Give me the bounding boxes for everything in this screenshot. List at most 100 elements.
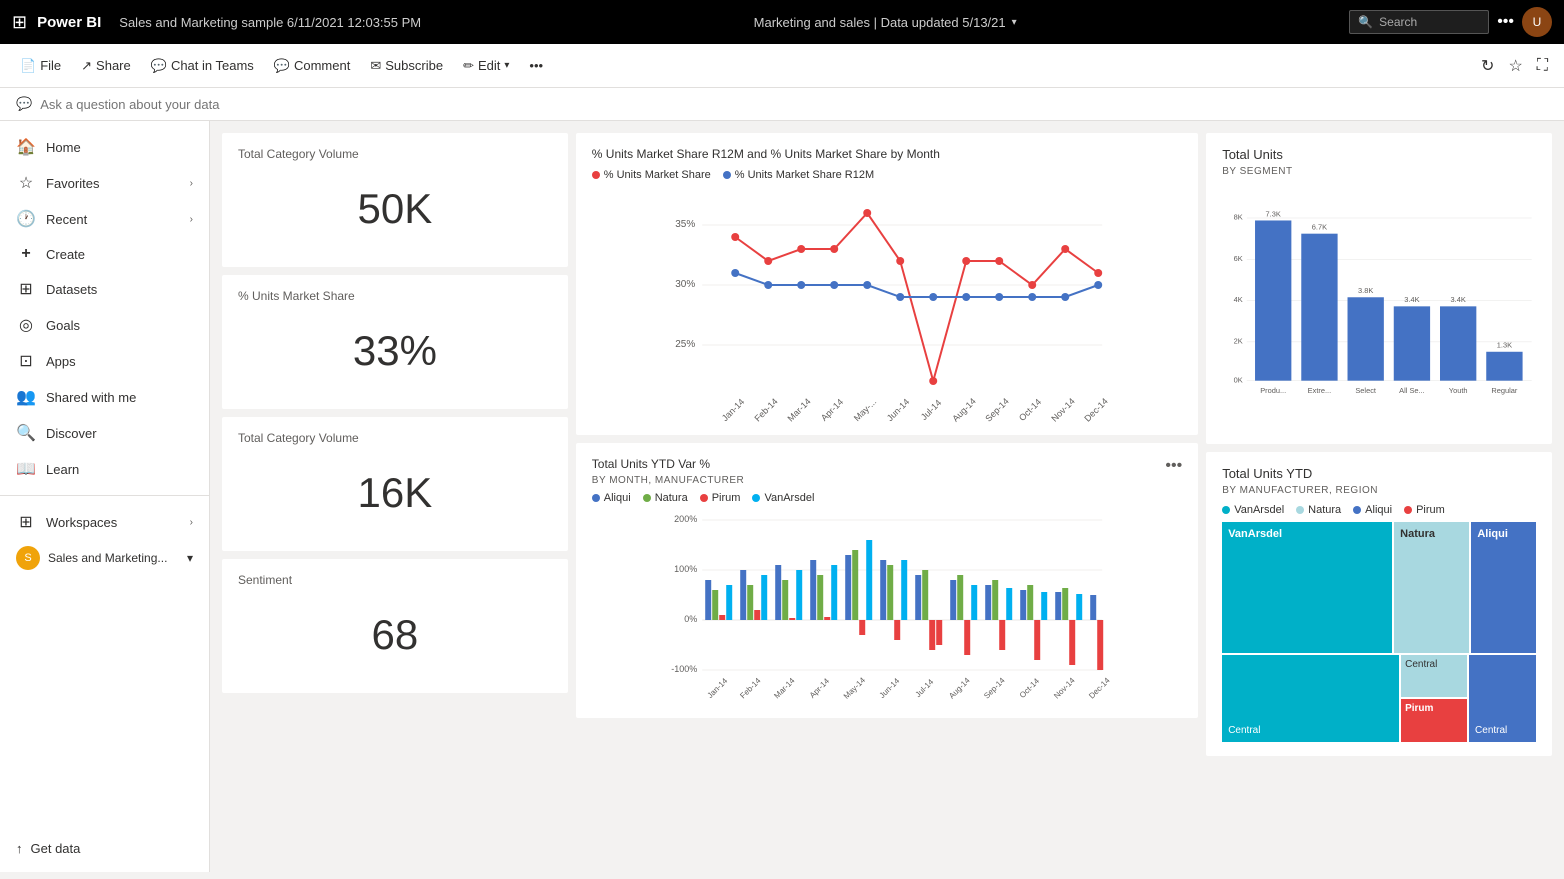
card-value-sentiment: 68 [238,591,552,679]
chat-in-teams-button[interactable]: 💬 Chat in Teams [143,54,262,78]
bar-may-vanarsdel [866,540,872,620]
subscribe-button[interactable]: ✉ Subscribe [362,54,451,78]
chevron-down-icon: ▾ [187,551,193,565]
bar-apr-vanarsdel [831,565,837,620]
sidebar-item-shared[interactable]: 👥 Shared with me [0,379,209,415]
ytd-var-header: Total Units YTD Var % BY MONTH, MANUFACT… [592,457,1182,486]
chevron-right-icon: › [190,517,193,528]
sidebar-item-apps[interactable]: ⊡ Apps [0,343,209,379]
sidebar-label-create: Create [46,247,85,262]
sidebar-label-sales-marketing: Sales and Marketing... [48,551,167,565]
bar-jul-pirum2 [936,620,942,645]
sidebar-item-recent[interactable]: 🕐 Recent › [0,201,209,237]
sidebar-item-goals[interactable]: ◎ Goals [0,307,209,343]
sidebar-item-favorites[interactable]: ☆ Favorites › [0,165,209,201]
svg-text:Apr-14: Apr-14 [819,397,845,423]
treemap-subtitle: BY MANUFACTURER, REGION [1222,485,1536,496]
total-units-chart-area: 8K 6K 4K 2K 0K [1222,183,1536,436]
ytd-var-title-block: Total Units YTD Var % BY MONTH, MANUFACT… [592,457,745,486]
sidebar-item-discover[interactable]: 🔍 Discover [0,415,209,451]
legend-label-red: % Units Market Share [604,169,711,181]
legend-dot-aliqui-treemap [1353,506,1361,514]
svg-text:3.8K: 3.8K [1358,286,1373,295]
line-chart-area: 35% 30% 25% [592,187,1182,427]
dot-red-2 [764,257,772,265]
file-button[interactable]: 📄 File [12,54,69,78]
bar-oct-aliqui [1020,590,1026,620]
svg-text:All Se...: All Se... [1399,386,1425,395]
svg-text:Jul-14: Jul-14 [913,677,935,699]
fullscreen-button[interactable]: ⛶ [1533,53,1552,79]
top-nav: ⊞ Power BI Sales and Marketing sample 6/… [0,0,1564,44]
dot-red-5 [863,209,871,217]
sidebar: 🏠 Home ☆ Favorites › 🕐 Recent › + Create… [0,121,210,872]
bar-feb-pirum [754,610,760,620]
favorite-button[interactable]: ☆ [1504,52,1526,80]
sidebar-label-workspaces: Workspaces [46,515,117,530]
sidebar-item-home[interactable]: 🏠 Home [0,129,209,165]
learn-icon: 📖 [16,459,36,479]
more-options-btn[interactable]: ••• [1497,13,1514,31]
sidebar-label-apps: Apps [46,354,76,369]
svg-text:Jul-14: Jul-14 [919,398,943,422]
more-toolbar-button[interactable]: ••• [521,54,551,77]
bar-may-pirum[interactable] [859,620,865,635]
bar-regular [1486,352,1522,381]
sidebar-item-sales-marketing[interactable]: S Sales and Marketing... ▾ [0,540,209,576]
sidebar-item-workspaces[interactable]: ⊞ Workspaces › [0,504,209,540]
qna-input[interactable] [40,97,1548,112]
edit-button[interactable]: ✏ Edit ▾ [455,54,517,78]
avatar[interactable]: U [1522,7,1552,37]
svg-text:200%: 200% [674,514,697,524]
svg-text:35%: 35% [675,219,695,230]
comment-button[interactable]: 💬 Comment [266,54,359,78]
dot-blue-6 [896,293,904,301]
svg-text:Jan-14: Jan-14 [705,676,729,700]
ytd-bar-svg: 200% 100% 0% -100% [592,510,1182,710]
card-total-units: Total Units BY SEGMENT 8K 6K 4K 2K 0K [1206,133,1552,444]
card-total-units-ytd-treemap: Total Units YTD BY MANUFACTURER, REGION … [1206,452,1552,756]
svg-text:7.3K: 7.3K [1266,209,1281,218]
refresh-button[interactable]: ↻ [1477,52,1498,80]
ytd-var-title: Total Units YTD Var % [592,457,745,471]
svg-text:Sep-14: Sep-14 [982,676,1007,701]
svg-text:Feb-14: Feb-14 [752,396,779,423]
dot-blue-7 [929,293,937,301]
card-value-units-market-share: 33% [238,307,552,395]
treemap-pirum: Pirum [1401,699,1467,742]
search-box[interactable]: 🔍 Search [1349,10,1489,34]
treemap-natura: Natura [1394,522,1469,653]
dot-red-10 [1028,281,1036,289]
caret-icon[interactable]: ▾ [1012,17,1017,28]
legend-label-vanarsdel: VanArsdel [764,492,814,504]
card-line-chart: % Units Market Share R12M and % Units Ma… [576,133,1198,435]
qna-icon: 💬 [16,96,32,112]
bar-mar-natura [782,580,788,620]
legend-label-aliqui-treemap: Aliqui [1365,504,1392,516]
workspace-icon: S [16,546,40,570]
sidebar-item-datasets[interactable]: ⊞ Datasets [0,271,209,307]
sidebar-item-create[interactable]: + Create [0,237,209,271]
svg-text:Mar-14: Mar-14 [785,396,812,423]
treemap-title: Total Units YTD [1222,466,1536,481]
sidebar-item-learn[interactable]: 📖 Learn [0,451,209,487]
get-data-button[interactable]: ↑ Get data [0,833,209,864]
legend-item-blue: % Units Market Share R12M [723,169,874,181]
card-units-market-share: % Units Market Share 33% [222,275,568,409]
svg-text:Sep-14: Sep-14 [983,396,1011,424]
dot-red-12 [1094,269,1102,277]
svg-text:6K: 6K [1234,254,1243,263]
dot-red-3 [797,245,805,253]
bar-jul-natura [922,570,928,620]
bar-jun-aliqui [880,560,886,620]
bar-aug-natura [957,575,963,620]
legend-item-pirum: Pirum [700,492,741,504]
grid-icon[interactable]: ⊞ [12,12,27,33]
recent-icon: 🕐 [16,209,36,229]
treemap-natura-label: Natura [1400,528,1435,540]
share-button[interactable]: ↗ Share [73,54,139,78]
total-units-svg: 8K 6K 4K 2K 0K [1222,183,1536,433]
ytd-var-more-button[interactable]: ••• [1165,457,1182,475]
svg-text:6.7K: 6.7K [1312,223,1327,232]
dot-blue-4 [830,281,838,289]
